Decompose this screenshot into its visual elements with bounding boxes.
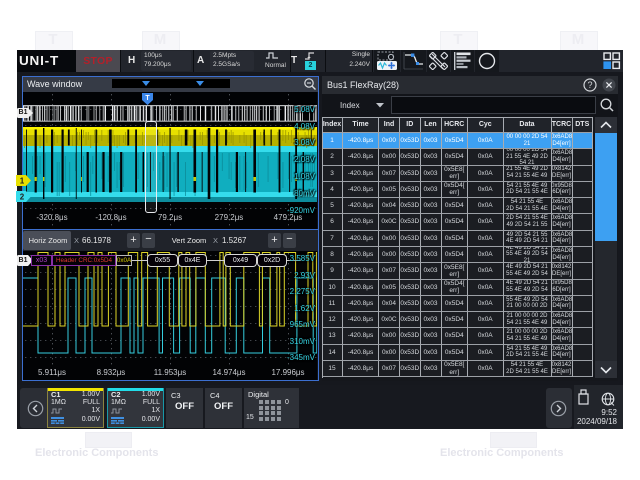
svg-text:2: 2 xyxy=(20,193,25,202)
svg-text:?: ? xyxy=(587,80,592,90)
svg-text:1: 1 xyxy=(20,177,25,186)
svg-text:T: T xyxy=(145,95,150,102)
